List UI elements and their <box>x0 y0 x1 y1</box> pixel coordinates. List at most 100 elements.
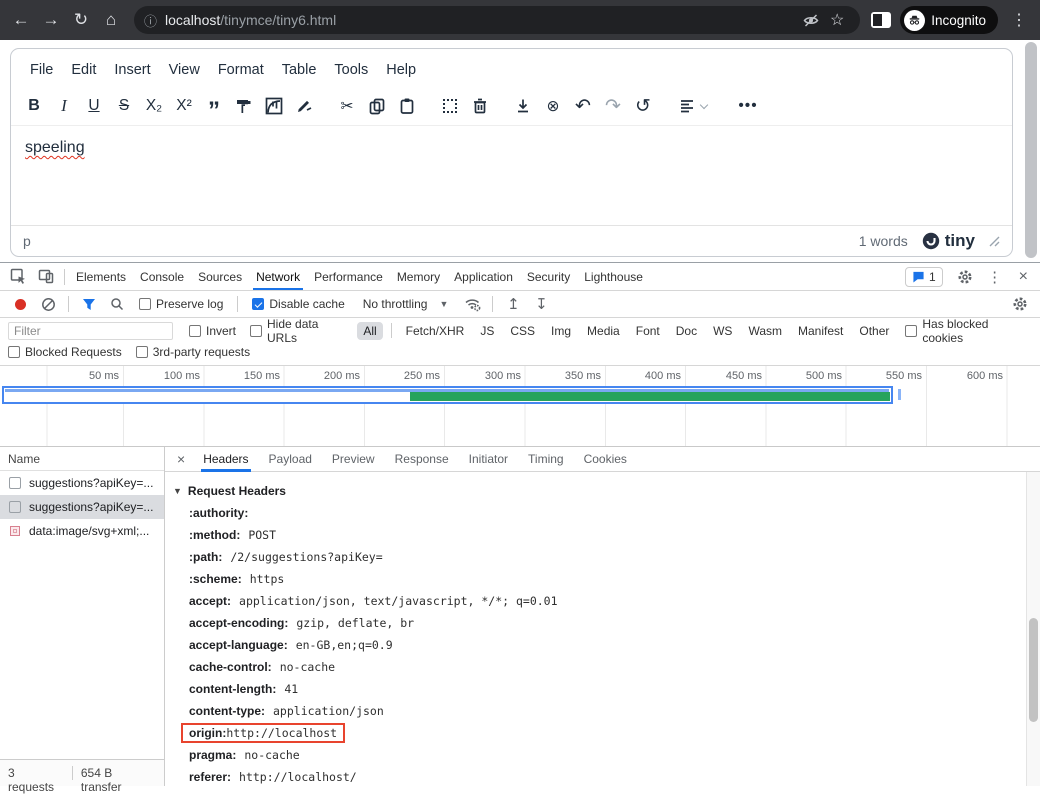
tab-application[interactable]: Application <box>447 263 520 290</box>
filter-type-fetch-xhr[interactable]: Fetch/XHR <box>400 322 471 340</box>
filter-type-img[interactable]: Img <box>545 322 577 340</box>
filter-type-all[interactable]: All <box>357 322 382 340</box>
detail-tab-headers[interactable]: Headers <box>193 447 258 472</box>
import-har-icon[interactable]: ↥ <box>501 293 525 315</box>
record-button[interactable] <box>8 293 32 315</box>
third-party-requests-checkbox[interactable]: 3rd-party requests <box>136 345 250 359</box>
filter-type-media[interactable]: Media <box>581 322 626 340</box>
word-count[interactable]: 1 words <box>859 233 908 249</box>
search-icon[interactable] <box>105 293 129 315</box>
menu-format[interactable]: Format <box>209 58 273 82</box>
disable-cache-checkbox[interactable]: Disable cache <box>252 297 344 311</box>
detail-tab-response[interactable]: Response <box>385 447 459 472</box>
align-dropdown[interactable] <box>671 92 715 120</box>
menu-table[interactable]: Table <box>273 58 326 82</box>
request-row-selected[interactable]: suggestions?apiKey=... <box>0 495 164 519</box>
detail-tab-payload[interactable]: Payload <box>259 447 322 472</box>
paint-roller-icon[interactable] <box>229 92 259 120</box>
detail-scrollbar[interactable] <box>1026 472 1040 786</box>
misspelled-word[interactable]: speeling <box>25 139 85 156</box>
request-row[interactable]: data:image/svg+xml;... <box>0 519 164 543</box>
trash-icon[interactable] <box>465 92 495 120</box>
filter-type-manifest[interactable]: Manifest <box>792 322 849 340</box>
permanent-pen-icon[interactable] <box>289 92 319 120</box>
filter-type-wasm[interactable]: Wasm <box>742 322 788 340</box>
element-path[interactable]: p <box>23 233 31 249</box>
detail-tab-initiator[interactable]: Initiator <box>459 447 518 472</box>
url-text[interactable]: localhost/tinymce/tiny6.html <box>165 12 798 28</box>
tab-performance[interactable]: Performance <box>307 263 390 290</box>
detail-tab-timing[interactable]: Timing <box>518 447 574 472</box>
blockquote-button[interactable]: ” <box>199 92 229 120</box>
export-har-icon[interactable]: ↧ <box>529 293 553 315</box>
filter-input[interactable] <box>8 322 173 340</box>
request-headers-section[interactable]: ▼ Request Headers <box>173 480 1020 502</box>
filter-type-doc[interactable]: Doc <box>670 322 703 340</box>
filter-icon[interactable] <box>77 293 101 315</box>
tab-memory[interactable]: Memory <box>390 263 447 290</box>
side-panel-icon[interactable] <box>868 7 894 33</box>
detail-tab-cookies[interactable]: Cookies <box>574 447 637 472</box>
detail-scrollbar-thumb[interactable] <box>1029 618 1038 722</box>
devtools-menu-icon[interactable]: ⋮ <box>981 265 1009 289</box>
throttling-dropdown[interactable]: No throttling▼ <box>363 297 449 311</box>
menu-help[interactable]: Help <box>377 58 425 82</box>
device-toolbar-icon[interactable] <box>32 265 60 289</box>
resize-handle-icon[interactable] <box>989 236 1000 247</box>
strikethrough-button[interactable]: S <box>109 92 139 120</box>
paste-icon[interactable] <box>392 92 422 120</box>
issues-badge[interactable]: 1 <box>905 267 943 287</box>
tab-sources[interactable]: Sources <box>191 263 249 290</box>
bookmark-star-icon[interactable]: ☆ <box>824 7 850 33</box>
detail-close-icon[interactable]: × <box>169 451 193 467</box>
site-info-icon[interactable]: ⓘ <box>144 11 157 30</box>
blocked-requests-checkbox[interactable]: Blocked Requests <box>8 345 122 359</box>
eye-off-icon[interactable] <box>798 7 824 33</box>
menu-file[interactable]: File <box>21 58 62 82</box>
clear-icon[interactable] <box>36 293 60 315</box>
filter-type-other[interactable]: Other <box>853 322 895 340</box>
redo-icon[interactable]: ↷ <box>598 92 628 120</box>
filter-type-js[interactable]: JS <box>474 322 500 340</box>
address-bar[interactable]: ⓘ localhost/tinymce/tiny6.html ☆ <box>134 6 860 34</box>
restore-draft-icon[interactable]: ↺ <box>628 92 658 120</box>
back-button[interactable]: ← <box>6 5 36 35</box>
tiny-brand[interactable]: tiny <box>922 231 975 251</box>
filter-type-css[interactable]: CSS <box>504 322 541 340</box>
menu-tools[interactable]: Tools <box>325 58 377 82</box>
inspect-element-icon[interactable] <box>4 265 32 289</box>
devtools-close-icon[interactable]: × <box>1011 268 1036 286</box>
cancel-icon[interactable]: ⊗ <box>538 92 568 120</box>
has-blocked-cookies-checkbox[interactable]: Has blocked cookies <box>905 317 1022 345</box>
superscript-button[interactable]: X² <box>169 92 199 120</box>
filter-type-font[interactable]: Font <box>630 322 666 340</box>
tab-lighthouse[interactable]: Lighthouse <box>577 263 650 290</box>
reload-button[interactable]: ↻ <box>66 5 96 35</box>
invert-checkbox[interactable]: Invert <box>189 324 236 338</box>
menu-insert[interactable]: Insert <box>105 58 159 82</box>
more-button[interactable]: ••• <box>728 92 768 120</box>
italic-button[interactable]: I <box>49 92 79 120</box>
tab-network[interactable]: Network <box>249 263 307 290</box>
browser-menu-icon[interactable]: ⋮ <box>1004 5 1034 35</box>
network-conditions-icon[interactable] <box>460 293 484 315</box>
cut-icon[interactable]: ✂ <box>332 92 362 120</box>
page-scrollbar[interactable] <box>1025 42 1037 258</box>
hide-data-urls-checkbox[interactable]: Hide data URLs <box>250 317 343 345</box>
tab-console[interactable]: Console <box>133 263 191 290</box>
tab-elements[interactable]: Elements <box>69 263 133 290</box>
request-list-header[interactable]: Name <box>0 447 164 471</box>
menu-view[interactable]: View <box>160 58 209 82</box>
undo-icon[interactable]: ↶ <box>568 92 598 120</box>
network-settings-icon[interactable] <box>1008 293 1032 315</box>
underline-button[interactable]: U <box>79 92 109 120</box>
home-button[interactable]: ⌂ <box>96 5 126 35</box>
select-all-icon[interactable] <box>435 92 465 120</box>
bold-button[interactable]: B <box>19 92 49 120</box>
editor-content[interactable]: speeling <box>11 125 1012 225</box>
detail-tab-preview[interactable]: Preview <box>322 447 385 472</box>
tab-security[interactable]: Security <box>520 263 577 290</box>
forward-button[interactable]: → <box>36 5 66 35</box>
network-overview-timeline[interactable]: 50 ms 100 ms 150 ms 200 ms 250 ms 300 ms… <box>0 366 1040 447</box>
page-embed-icon[interactable] <box>259 92 289 120</box>
